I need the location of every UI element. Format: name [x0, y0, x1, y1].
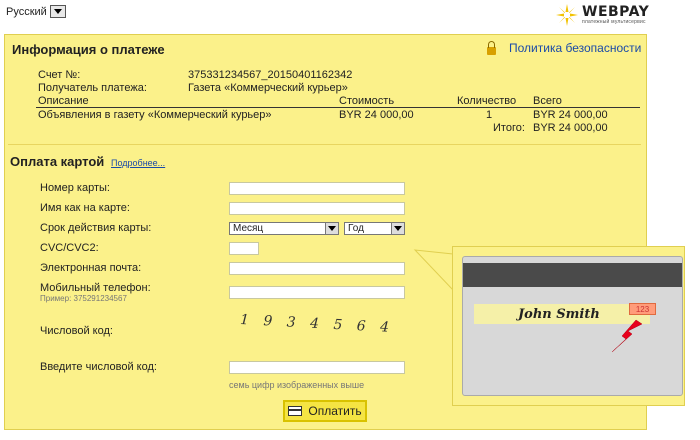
recipient-value: Газета «Коммерческий курьер»	[188, 82, 348, 94]
col-header-total: Всего	[533, 95, 562, 107]
red-arrow-icon	[611, 319, 643, 353]
lock-icon	[487, 41, 496, 55]
card-number-input[interactable]	[229, 182, 405, 195]
item-quantity: 1	[486, 109, 493, 121]
name-on-card-label: Имя как на карте:	[40, 202, 130, 214]
logo-subtitle: платежный мультисервис	[582, 19, 646, 25]
cvc-label: CVC/CVC2:	[40, 242, 99, 254]
item-price: BYR 24 000,00	[339, 109, 414, 121]
pay-button-label: Оплатить	[308, 404, 362, 418]
card-payment-title: Оплата картой	[10, 154, 105, 169]
chevron-down-icon[interactable]	[49, 5, 66, 18]
expiry-label: Срок действия карты:	[40, 222, 152, 234]
language-label: Русский	[6, 5, 47, 18]
cvc-input[interactable]	[229, 242, 259, 255]
total-value: BYR 24 000,00	[533, 122, 608, 134]
cvc-example: 123	[629, 303, 656, 315]
phone-input[interactable]	[229, 286, 405, 299]
account-value: 375331234567_20150401162342	[188, 69, 353, 81]
expiry-month-select[interactable]: Месяц	[229, 222, 339, 235]
year-select-value: Год	[348, 223, 364, 234]
section-separator	[8, 144, 641, 145]
chevron-down-icon	[391, 223, 404, 234]
total-label: Итого:	[493, 122, 525, 134]
expiry-year-select[interactable]: Год	[344, 222, 405, 235]
month-select-value: Месяц	[233, 223, 264, 234]
security-policy-link[interactable]: Политика безопасности	[509, 41, 641, 55]
pay-button[interactable]: Оплатить	[283, 400, 367, 422]
table-divider	[36, 107, 640, 108]
card-number-label: Номер карты:	[40, 182, 110, 194]
email-input[interactable]	[229, 262, 405, 275]
phone-label: Мобильный телефон:	[40, 282, 151, 294]
payment-info-title: Информация о платеже	[12, 42, 165, 57]
captcha-input[interactable]	[229, 361, 405, 374]
cardholder-name: John Smith	[518, 306, 600, 322]
captcha-hint: семь цифр изображенных выше	[229, 380, 365, 390]
logo-text: WEBPAY	[582, 4, 650, 20]
email-label: Электронная почта:	[40, 262, 142, 274]
name-on-card-input[interactable]	[229, 202, 405, 215]
card-icon	[288, 406, 303, 416]
chevron-down-icon	[325, 223, 338, 234]
captcha-label: Числовой код:	[40, 325, 113, 337]
col-header-description: Описание	[38, 95, 89, 107]
captcha-input-label: Введите числовой код:	[40, 361, 157, 373]
callout-pointer	[413, 249, 454, 292]
account-label: Счет №:	[38, 69, 81, 81]
col-header-quantity: Количество	[457, 95, 517, 107]
webpay-logo: WEBPAY платежный мультисервис	[556, 4, 649, 26]
phone-example: Пример: 375291234567	[40, 294, 127, 303]
col-header-price: Стоимость	[339, 95, 395, 107]
recipient-label: Получатель платежа:	[38, 82, 147, 94]
more-info-link[interactable]: Подробнее...	[111, 158, 165, 168]
sunburst-logo-icon	[556, 4, 578, 26]
language-selector[interactable]: Русский	[6, 5, 66, 18]
item-description: Объявления в газету «Коммерческий курьер…	[38, 109, 272, 121]
magnetic-stripe	[463, 263, 682, 287]
item-total: BYR 24 000,00	[533, 109, 608, 121]
